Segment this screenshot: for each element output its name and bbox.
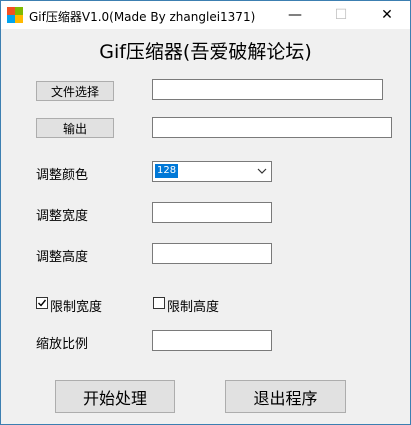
checkmark-icon (38, 299, 47, 307)
output-button[interactable]: 输出 (36, 118, 114, 138)
scale-input[interactable] (152, 330, 272, 351)
limit-height-label[interactable]: 限制高度 (167, 296, 219, 315)
window-title: Gif压缩器V1.0(Made By zhanglei1371) (29, 10, 256, 24)
output-path-input[interactable] (152, 117, 392, 138)
file-path-input[interactable] (152, 79, 383, 100)
page-title: Gif压缩器(吾爱破解论坛) (99, 41, 312, 63)
chevron-down-icon[interactable] (256, 165, 268, 177)
title-bar[interactable]: Gif压缩器V1.0(Made By zhanglei1371) — ☐ ✕ (1, 1, 410, 29)
limit-height-checkbox[interactable] (153, 297, 165, 309)
exit-button[interactable]: 退出程序 (225, 380, 346, 413)
width-label: 调整宽度 (36, 209, 89, 224)
color-label: 调整颜色 (36, 168, 89, 183)
file-select-button[interactable]: 文件选择 (36, 81, 114, 101)
color-select[interactable]: 128 (152, 161, 272, 182)
minimize-button[interactable]: — (272, 1, 318, 29)
color-selected-value: 128 (155, 164, 179, 178)
limit-width-checkbox[interactable] (36, 297, 48, 309)
close-button[interactable]: ✕ (364, 1, 410, 29)
width-input[interactable] (152, 202, 272, 223)
height-input[interactable] (152, 243, 272, 264)
maximize-button[interactable]: ☐ (318, 1, 364, 29)
app-grid-icon (7, 7, 23, 23)
height-label: 调整高度 (36, 250, 89, 265)
start-button[interactable]: 开始处理 (55, 380, 175, 413)
limit-width-label[interactable]: 限制宽度 (50, 296, 102, 315)
scale-label: 缩放比例 (36, 337, 89, 352)
